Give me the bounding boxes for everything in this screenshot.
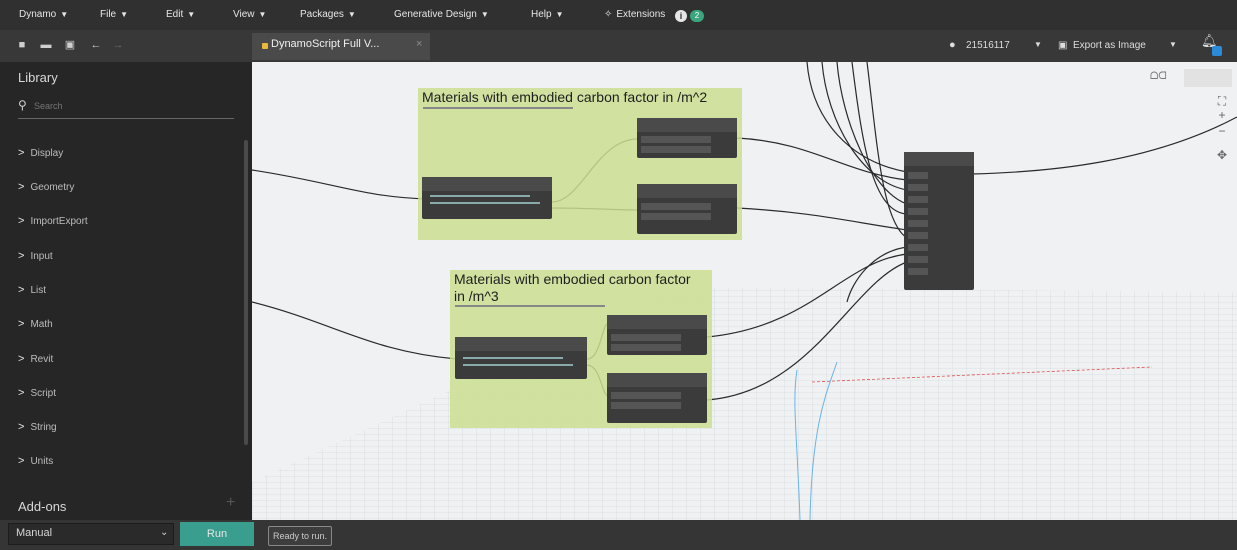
undo-icon[interactable]: ← bbox=[90, 39, 102, 51]
code-block-node[interactable] bbox=[422, 177, 552, 219]
run-mode-value: Manual bbox=[16, 527, 53, 539]
zoom-in-icon[interactable]: + bbox=[1214, 108, 1230, 122]
node-port[interactable] bbox=[641, 136, 711, 143]
menu-dynamo[interactable]: Dynamo ▼ bbox=[19, 9, 68, 20]
node-port[interactable] bbox=[641, 146, 711, 153]
zoom-out-icon[interactable]: − bbox=[1214, 124, 1230, 138]
tab-close-icon[interactable]: × bbox=[416, 38, 422, 50]
user-dropdown-icon[interactable]: ▼ bbox=[1034, 40, 1042, 49]
open-folder-icon[interactable]: ▬ bbox=[40, 39, 52, 51]
group-m3-title[interactable]: Materials with embodied carbon factor in… bbox=[454, 271, 694, 305]
library-category-display[interactable]: > Display bbox=[18, 147, 63, 159]
export-image-icon[interactable]: ▣ bbox=[1058, 40, 1067, 51]
user-icon[interactable]: ● bbox=[949, 39, 956, 51]
notification-bell-badge bbox=[1212, 46, 1222, 56]
library-category-list[interactable]: > List bbox=[18, 284, 46, 296]
node-port[interactable] bbox=[908, 196, 928, 203]
code-line bbox=[430, 202, 540, 204]
redo-icon[interactable]: → bbox=[112, 39, 124, 51]
node-port[interactable] bbox=[908, 232, 928, 239]
code-line bbox=[463, 357, 563, 359]
list-create-header bbox=[607, 373, 707, 387]
node-port[interactable] bbox=[641, 203, 711, 210]
graph-canvas[interactable]: Materials with embodied carbon factor in… bbox=[252, 62, 1237, 520]
run-status-badge: Ready to run. bbox=[268, 526, 333, 546]
library-category-script[interactable]: > Script bbox=[18, 387, 56, 399]
zoom-fit-icon[interactable]: ⛶ bbox=[1214, 94, 1230, 109]
chevron-down-icon: ⌄ bbox=[160, 527, 169, 538]
export-image-button[interactable]: Export as Image bbox=[1073, 40, 1146, 51]
group-m2-description bbox=[423, 107, 573, 109]
unsaved-indicator bbox=[262, 43, 268, 49]
node-port[interactable] bbox=[611, 402, 681, 409]
library-title: Library bbox=[18, 70, 58, 85]
save-icon[interactable]: ▣ bbox=[64, 39, 76, 51]
library-category-units[interactable]: > Units bbox=[18, 455, 53, 467]
addons-label: Add-ons bbox=[18, 499, 67, 514]
node-port[interactable] bbox=[908, 208, 928, 215]
node-port[interactable] bbox=[908, 268, 928, 275]
library-scrollbar[interactable] bbox=[244, 140, 248, 445]
library-category-string[interactable]: > String bbox=[18, 421, 57, 433]
library-category-revit[interactable]: > Revit bbox=[18, 353, 53, 365]
search-underline bbox=[18, 118, 234, 119]
menu-generative-design[interactable]: Generative Design ▼ bbox=[394, 9, 489, 20]
code-line bbox=[430, 195, 530, 197]
group-m2-title[interactable]: Materials with embodied carbon factor in… bbox=[422, 89, 738, 106]
list-create-header bbox=[607, 315, 707, 329]
info-icon[interactable]: i bbox=[675, 10, 687, 22]
node-port[interactable] bbox=[908, 172, 928, 179]
code-line bbox=[463, 364, 573, 366]
menu-file[interactable]: File ▼ bbox=[100, 9, 128, 20]
code-block-header bbox=[422, 177, 552, 191]
background-grid bbox=[252, 62, 1237, 520]
node-port[interactable] bbox=[611, 392, 681, 399]
python-script-header bbox=[904, 152, 974, 166]
geometry-view-icon[interactable]: ᗝᗡ bbox=[1150, 71, 1182, 85]
export-dropdown-icon[interactable]: ▼ bbox=[1169, 40, 1177, 49]
library-category-math[interactable]: > Math bbox=[18, 318, 53, 330]
menu-edit[interactable]: Edit ▼ bbox=[166, 9, 195, 20]
tab-label: DynamoScript Full V... bbox=[271, 38, 380, 50]
menu-help[interactable]: Help ▼ bbox=[531, 9, 564, 20]
library-category-input[interactable]: > Input bbox=[18, 250, 53, 262]
graph-view-icon[interactable] bbox=[1184, 69, 1232, 87]
notification-badge[interactable]: 2 bbox=[690, 10, 704, 22]
node-port[interactable] bbox=[908, 184, 928, 191]
node-port[interactable] bbox=[908, 220, 928, 227]
pan-icon[interactable]: ✥ bbox=[1214, 148, 1230, 162]
toolbar bbox=[0, 30, 1237, 62]
node-port[interactable] bbox=[611, 344, 681, 351]
group-m3-description bbox=[455, 305, 605, 307]
code-block-header bbox=[455, 337, 587, 351]
library-search-input[interactable] bbox=[34, 97, 234, 115]
node-port[interactable] bbox=[611, 334, 681, 341]
menu-view[interactable]: View ▼ bbox=[233, 9, 266, 20]
node-port[interactable] bbox=[641, 213, 711, 220]
add-addon-icon[interactable]: + bbox=[226, 494, 235, 512]
menu-packages[interactable]: Packages ▼ bbox=[300, 9, 356, 20]
run-button[interactable]: Run bbox=[180, 522, 254, 546]
menu-extensions[interactable]: ✧ Extensions bbox=[604, 9, 665, 20]
list-create-header bbox=[637, 118, 737, 132]
library-category-importexport[interactable]: > ImportExport bbox=[18, 215, 88, 227]
list-create-header bbox=[637, 184, 737, 198]
node-port[interactable] bbox=[908, 256, 928, 263]
library-category-geometry[interactable]: > Geometry bbox=[18, 181, 74, 193]
search-icon: ⚲ bbox=[18, 98, 27, 112]
new-file-icon[interactable]: ■ bbox=[16, 39, 28, 51]
user-name[interactable]: 21516117 bbox=[966, 40, 1010, 51]
node-port[interactable] bbox=[908, 244, 928, 251]
